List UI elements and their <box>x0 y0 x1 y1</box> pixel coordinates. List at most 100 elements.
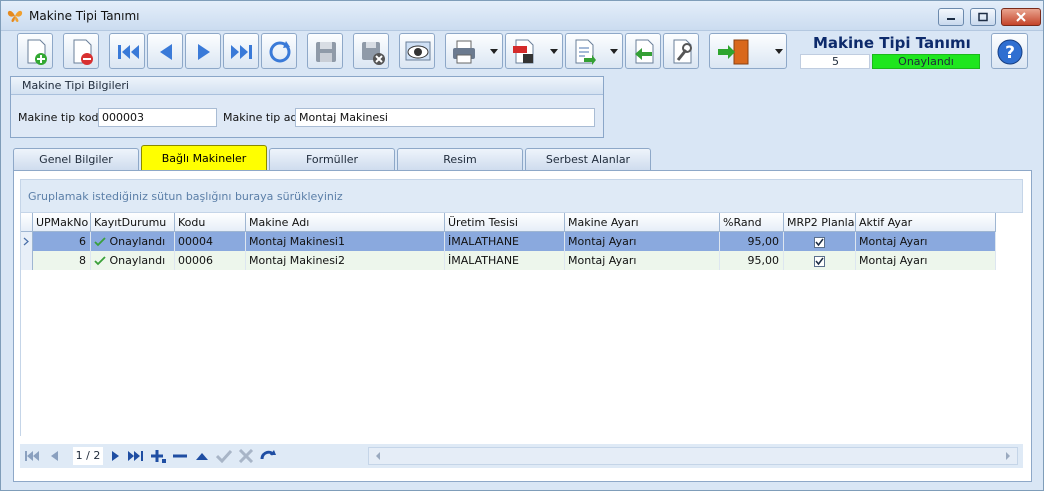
approval-status-badge: Onaylandı <box>872 54 980 69</box>
svg-text:?: ? <box>1005 43 1015 63</box>
column-header-machine-setting[interactable]: Makine Ayarı <box>565 213 720 232</box>
cell-code[interactable]: 00006 <box>175 251 246 270</box>
minimize-button[interactable] <box>938 8 964 26</box>
cancel-disk-icon <box>362 42 385 65</box>
column-header-facility[interactable]: Üretim Tesisi <box>445 213 565 232</box>
cell-machine-name[interactable]: Montaj Makinesi1 <box>246 232 445 251</box>
tab-linked-machines[interactable]: Bağlı Makineler <box>141 145 267 171</box>
cell-upmakno[interactable]: 8 <box>33 251 91 270</box>
help-icon: ? <box>997 39 1023 65</box>
machines-grid: UPMakNo KayıtDurumu Kodu Makine Adı Üret… <box>20 213 1023 436</box>
header-indicator <box>21 213 33 232</box>
import-document-icon <box>635 39 654 64</box>
close-window-button[interactable] <box>1001 8 1041 26</box>
table-row[interactable]: 8 Onaylandı 00006 Montaj Makinesi2 İMALA… <box>21 251 996 270</box>
cell-mrp2[interactable] <box>784 232 856 251</box>
group-by-panel[interactable]: Gruplamak istediğiniz sütun başlığını bu… <box>20 179 1023 213</box>
nav-delete-icon[interactable] <box>172 449 188 463</box>
maximize-icon <box>978 12 988 22</box>
scroll-left-icon[interactable] <box>374 451 382 461</box>
machine-type-code-input[interactable]: 000003 <box>98 108 217 127</box>
last-icon <box>231 45 252 59</box>
first-record-button[interactable] <box>109 33 145 69</box>
column-header-mrp2[interactable]: MRP2 Planlama <box>784 213 856 232</box>
main-window: Makine Tipi Tanımı Makine Tipi Tanımı 5 … <box>0 0 1044 491</box>
next-record-button[interactable] <box>185 33 221 69</box>
cell-mrp2[interactable] <box>784 251 856 270</box>
printer-icon <box>453 40 475 64</box>
mrp2-checkbox[interactable] <box>814 255 825 267</box>
print-button[interactable] <box>445 33 503 69</box>
cell-machine-setting[interactable]: Montaj Ayarı <box>565 232 720 251</box>
exit-button[interactable] <box>709 33 787 69</box>
cell-rand[interactable]: 95,00 <box>720 251 784 270</box>
export-document-icon <box>575 39 596 65</box>
nav-previous-icon[interactable] <box>46 449 62 463</box>
cell-upmakno[interactable]: 6 <box>33 232 91 251</box>
cell-status[interactable]: Onaylandı <box>91 232 175 251</box>
tab-free-fields[interactable]: Serbest Alanlar <box>525 148 651 170</box>
tab-general-info[interactable]: Genel Bilgiler <box>13 148 139 170</box>
import-button[interactable] <box>625 33 661 69</box>
export-pdf-button[interactable] <box>505 33 563 69</box>
pdf-icon <box>513 39 534 64</box>
nav-first-icon[interactable] <box>24 449 40 463</box>
new-record-button[interactable] <box>17 33 53 69</box>
tab-formulas[interactable]: Formüller <box>269 148 395 170</box>
exit-door-icon <box>718 39 749 65</box>
column-header-upmakno[interactable]: UPMakNo <box>33 213 91 232</box>
tab-image[interactable]: Resim <box>397 148 523 170</box>
cell-status[interactable]: Onaylandı <box>91 251 175 270</box>
previous-record-button[interactable] <box>147 33 183 69</box>
column-header-active-setting[interactable]: Aktif Ayar <box>856 213 996 232</box>
butterfly-icon <box>7 10 23 22</box>
delete-record-button[interactable] <box>63 33 99 69</box>
nav-cancel-icon[interactable] <box>238 449 254 463</box>
column-header-code[interactable]: Kodu <box>175 213 246 232</box>
cell-facility[interactable]: İMALATHANE <box>445 251 565 270</box>
window-title: Makine Tipi Tanımı <box>29 9 140 23</box>
nav-next-icon[interactable] <box>108 449 124 463</box>
nav-post-icon[interactable] <box>216 449 232 463</box>
export-button[interactable] <box>565 33 623 69</box>
nav-append-icon[interactable] <box>150 449 166 463</box>
settings-button[interactable] <box>663 33 699 69</box>
last-record-button[interactable] <box>223 33 259 69</box>
cell-facility[interactable]: İMALATHANE <box>445 232 565 251</box>
save-button[interactable] <box>307 33 343 69</box>
maximize-button[interactable] <box>970 8 996 26</box>
row-indicator <box>21 251 33 270</box>
help-button[interactable]: ? <box>991 33 1028 69</box>
eye-icon <box>405 41 431 61</box>
column-header-status[interactable]: KayıtDurumu <box>91 213 175 232</box>
nav-last-icon[interactable] <box>128 449 144 463</box>
scroll-right-icon[interactable] <box>1004 451 1012 461</box>
machine-type-name-input[interactable]: Montaj Makinesi <box>295 108 595 127</box>
document-number: 5 <box>800 54 870 69</box>
checkmark-icon <box>94 237 106 247</box>
cell-machine-name[interactable]: Montaj Makinesi2 <box>246 251 445 270</box>
refresh-button[interactable] <box>261 33 297 69</box>
cell-machine-setting[interactable]: Montaj Ayarı <box>565 251 720 270</box>
machine-type-code-label: Makine tip kodu <box>18 111 106 124</box>
nav-edit-icon[interactable] <box>194 449 210 463</box>
column-header-machine-name[interactable]: Makine Adı <box>246 213 445 232</box>
column-header-rand[interactable]: %Rand <box>720 213 784 232</box>
cell-code[interactable]: 00004 <box>175 232 246 251</box>
horizontal-scrollbar[interactable] <box>368 447 1018 465</box>
wrench-icon <box>673 39 692 64</box>
preview-button[interactable] <box>399 33 435 69</box>
check-icon <box>815 257 824 265</box>
checkmark-icon <box>94 256 106 266</box>
status-text: Onaylandı <box>109 235 166 248</box>
linked-machines-page: Gruplamak istediğiniz sütun başlığını bu… <box>13 170 1032 482</box>
row-pointer-icon <box>23 237 29 246</box>
cell-rand[interactable]: 95,00 <box>720 232 784 251</box>
cell-active-setting[interactable]: Montaj Ayarı <box>856 251 996 270</box>
cancel-save-button[interactable] <box>353 33 389 69</box>
grid-navigator: 1 / 2 <box>20 444 1023 468</box>
nav-refresh-icon[interactable] <box>260 449 276 463</box>
mrp2-checkbox[interactable] <box>814 236 825 248</box>
cell-active-setting[interactable]: Montaj Ayarı <box>856 232 996 251</box>
table-row[interactable]: 6 Onaylandı 00004 Montaj Makinesi1 İMALA… <box>21 232 996 251</box>
